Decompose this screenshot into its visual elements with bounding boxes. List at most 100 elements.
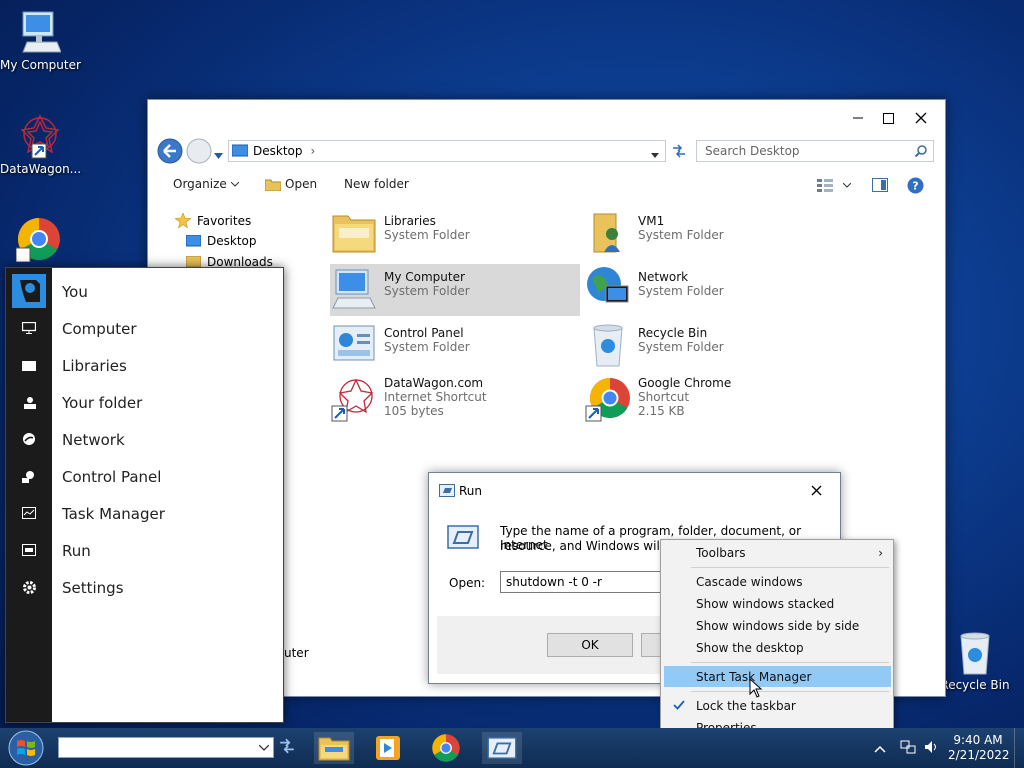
start-button[interactable] [6, 729, 46, 767]
settings-gear-icon [20, 578, 38, 596]
file-size: 105 bytes [384, 404, 444, 418]
speaker-icon [925, 741, 936, 753]
refresh-button[interactable] [668, 140, 690, 162]
run-open-label: Open: [449, 576, 486, 590]
menu-item-label: Show windows stacked [696, 596, 835, 611]
start-menu[interactable]: You Computer Libraries Your folder Netwo… [5, 267, 284, 723]
search-placeholder: Search Desktop [705, 144, 800, 158]
menu-item-cascade-windows[interactable]: Cascade windows [664, 571, 891, 592]
recycle-bin-icon [593, 324, 623, 367]
file-name: Libraries [384, 214, 436, 228]
start-item-network[interactable]: Network [52, 421, 285, 458]
file-item-recycle-bin[interactable]: Recycle Bin System Folder [584, 320, 834, 372]
run-title-icon [439, 484, 455, 500]
close-button[interactable] [906, 108, 936, 128]
network-tray-button[interactable] [900, 740, 916, 757]
nav-desktop[interactable]: Desktop [186, 234, 257, 248]
desktop-icon-chrome[interactable] [15, 216, 62, 263]
start-item-label: Control Panel [62, 467, 162, 486]
organize-button[interactable]: Organize [173, 177, 239, 191]
nav-computer[interactable]: uter [284, 646, 309, 660]
start-item-computer[interactable]: Computer [52, 310, 285, 347]
file-item-my-computer[interactable]: My Computer System Folder [330, 264, 580, 316]
desktop-icon-my-computer[interactable]: My Computer [0, 8, 81, 72]
file-item-google-chrome[interactable]: Google Chrome Shortcut 2.15 KB [584, 376, 834, 428]
start-item-label: Run [62, 541, 91, 560]
forward-button[interactable] [186, 138, 212, 164]
taskbar-context-menu[interactable]: Toolbars › Cascade windows Show windows … [660, 539, 894, 742]
menu-item-lock-the-taskbar[interactable]: Lock the taskbar [664, 695, 891, 716]
ok-button[interactable]: OK [547, 633, 633, 657]
menu-item-label: Lock the taskbar [696, 698, 796, 713]
search-input[interactable]: Search Desktop [696, 140, 934, 162]
start-item-your-folder[interactable]: Your folder [52, 384, 285, 421]
file-name: Control Panel [384, 326, 464, 340]
maximize-button[interactable] [873, 108, 903, 128]
taskbar-app-media-player[interactable] [368, 732, 408, 764]
desktop-icon-recycle-bin[interactable]: Recycle Bin [935, 630, 1015, 692]
menu-item-toolbars[interactable]: Toolbars › [664, 542, 891, 563]
taskbar-app-run[interactable] [482, 732, 522, 764]
volume-tray-button[interactable] [924, 740, 940, 757]
windows-orb-icon [8, 730, 44, 766]
nav-label: Favorites [197, 213, 252, 228]
preview-pane-button[interactable] [872, 178, 888, 195]
file-item-network[interactable]: Network System Folder [584, 264, 834, 316]
chevron-up-icon [874, 745, 886, 753]
start-item-task-manager[interactable]: Task Manager [52, 495, 285, 532]
taskbar-search-input[interactable] [58, 737, 274, 758]
start-item-libraries[interactable]: Libraries [52, 347, 285, 384]
file-type: Internet Shortcut [384, 390, 487, 404]
file-name: My Computer [384, 270, 465, 284]
start-item-run[interactable]: Run [52, 532, 285, 569]
back-button[interactable] [157, 138, 183, 164]
file-type: System Folder [384, 228, 470, 242]
file-item-libraries[interactable]: Libraries System Folder [330, 208, 580, 260]
clock[interactable]: 9:40 AM 2/21/2022 [948, 733, 1010, 763]
chevron-down-icon [214, 153, 223, 159]
run-icon [487, 737, 517, 759]
user-avatar[interactable] [12, 274, 46, 308]
desktop-icon [186, 235, 201, 247]
back-arrow-icon [157, 138, 183, 164]
address-bar[interactable]: Desktop › [228, 140, 666, 162]
menu-item-show-the-desktop[interactable]: Show the desktop [664, 637, 891, 658]
open-label: Open [285, 177, 318, 191]
file-item-control-panel[interactable]: Control Panel System Folder [330, 320, 580, 372]
computer-icon [20, 319, 38, 337]
run-icon [20, 541, 38, 559]
computer-icon [332, 269, 376, 309]
organize-label: Organize [173, 177, 227, 191]
help-button[interactable]: ? [907, 177, 924, 197]
show-hidden-icons-button[interactable] [874, 742, 886, 756]
start-item-settings[interactable]: Settings [52, 569, 285, 606]
view-options-button[interactable] [817, 178, 851, 192]
address-dropdown[interactable] [651, 148, 659, 162]
minimize-button[interactable] [843, 108, 873, 128]
new-folder-button[interactable]: New folder [344, 177, 409, 191]
show-desktop-button[interactable] [1014, 728, 1024, 768]
open-button[interactable]: Open [265, 177, 317, 191]
new-folder-label: New folder [344, 177, 409, 191]
file-item-datawagon[interactable]: DataWagon.com Internet Shortcut 105 byte… [330, 376, 580, 428]
taskbar-app-explorer[interactable] [314, 732, 354, 764]
file-type: System Folder [384, 340, 470, 354]
menu-item-start-task-manager[interactable]: Start Task Manager [664, 666, 891, 687]
taskbar-go-button[interactable] [278, 738, 296, 757]
taskbar: 9:40 AM 2/21/2022 [0, 728, 1024, 768]
clock-time: 9:40 AM [953, 733, 1003, 747]
file-item-vm1[interactable]: VM1 System Folder [584, 208, 834, 260]
nav-favorites[interactable]: Favorites [175, 213, 251, 228]
chrome-icon [432, 734, 460, 762]
menu-item-show-windows-stacked[interactable]: Show windows stacked [664, 593, 891, 614]
taskbar-app-chrome[interactable] [426, 732, 466, 764]
run-close-button[interactable] [806, 482, 826, 498]
start-item-control-panel[interactable]: Control Panel [52, 458, 285, 495]
desktop-icon-datawagon[interactable]: DataWagon... [0, 112, 81, 176]
menu-item-show-windows-side-by-side[interactable]: Show windows side by side [664, 615, 891, 636]
chevron-down-icon [843, 182, 851, 188]
history-dropdown[interactable] [214, 148, 223, 162]
run-command-input[interactable]: shutdown -t 0 -r [500, 571, 665, 593]
start-item-label: Network [62, 430, 125, 449]
start-item-you[interactable]: You [52, 273, 285, 310]
